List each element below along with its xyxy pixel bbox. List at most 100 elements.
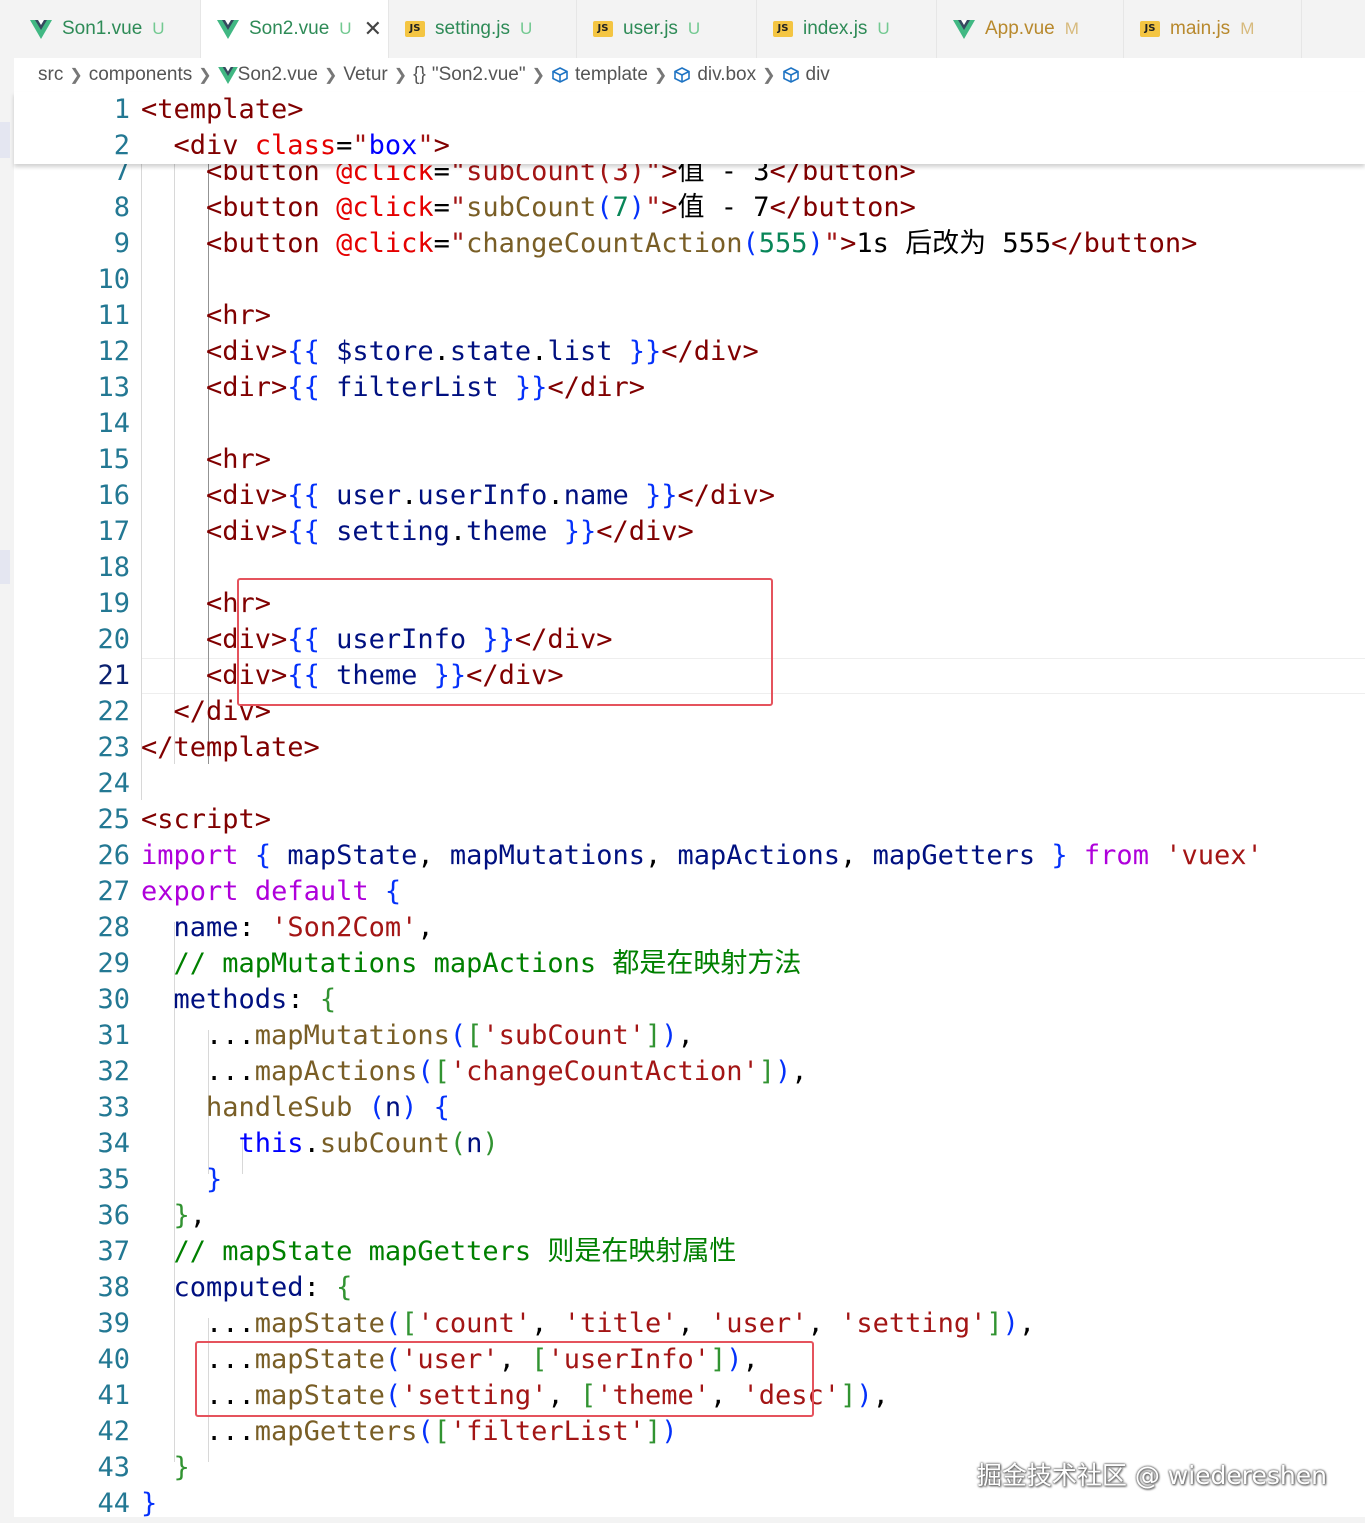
code-line[interactable]: 25 <script> xyxy=(14,802,1365,838)
code-line[interactable]: 32 ...mapActions(['changeCountAction']), xyxy=(14,1054,1365,1090)
tab-status-badge: M xyxy=(1240,19,1255,38)
code-token: n xyxy=(466,1128,483,1159)
code-line[interactable]: 10 xyxy=(14,262,1365,298)
code-line[interactable]: 33 handleSub (n) { xyxy=(14,1090,1365,1126)
code-token: mapState xyxy=(254,1308,385,1339)
code-line[interactable]: 9 <button @click="changeCountAction(555)… xyxy=(14,226,1365,262)
code-line[interactable]: 1 <template> xyxy=(14,92,1365,128)
code-token: userInfo xyxy=(417,480,548,511)
code-token: ] xyxy=(644,1416,662,1447)
code-line[interactable]: 14 xyxy=(14,406,1365,442)
code-line[interactable]: 22 </div> xyxy=(14,694,1365,730)
tab-user-js[interactable]: JS user.js U xyxy=(577,0,757,58)
chevron-right-icon: ❯ xyxy=(323,67,338,84)
code-line[interactable]: 19 <hr> xyxy=(14,586,1365,622)
code-token: <div xyxy=(141,130,255,161)
close-icon[interactable]: ✕ xyxy=(364,16,382,42)
line-number: 27 xyxy=(97,876,130,907)
code-line[interactable]: 42 ...mapGetters(['filterList']) xyxy=(14,1414,1365,1450)
breadcrumb-item[interactable]: Vetur xyxy=(343,64,387,86)
code-token: filterList xyxy=(336,372,499,403)
code-line[interactable]: 28 name: 'Son2Com', xyxy=(14,910,1365,946)
code-token: { xyxy=(254,840,272,871)
code-token: mapActions xyxy=(254,1056,418,1087)
code-line[interactable]: 31 ...mapMutations(['subCount']), xyxy=(14,1018,1365,1054)
code-token: subCount xyxy=(466,192,597,223)
tab-label: index.js xyxy=(803,18,868,39)
code-line[interactable]: 23 </template> xyxy=(14,730,1365,766)
code-line[interactable]: 2 <div class="box"> xyxy=(14,128,1365,164)
code-token: <div> xyxy=(141,480,288,511)
code-line[interactable]: 11 <hr> xyxy=(14,298,1365,334)
tab-main-js[interactable]: JS main.js M xyxy=(1124,0,1302,58)
code-line[interactable]: 20 <div>{{ userInfo }}</div> xyxy=(14,622,1365,658)
line-number: 23 xyxy=(97,732,130,763)
code-token: ) xyxy=(661,1416,678,1447)
code-line[interactable]: 41 ...mapState('setting', ['theme', 'des… xyxy=(14,1378,1365,1414)
code-token: . xyxy=(401,480,418,511)
code-line[interactable]: 17 <div>{{ setting.theme }}</div> xyxy=(14,514,1365,550)
code-token: = xyxy=(433,228,450,259)
code-token: <template> xyxy=(141,94,304,125)
code-line[interactable]: 8 <button @click="subCount(7)">值 - 7</bu… xyxy=(14,190,1365,226)
code-token: { xyxy=(336,1272,353,1303)
strip-marker xyxy=(0,122,10,158)
code-token: }} xyxy=(547,516,597,547)
code-line[interactable]: 36 }, xyxy=(14,1198,1365,1234)
code-line[interactable]: 39 ...mapState(['count', 'title', 'user'… xyxy=(14,1306,1365,1342)
code-line[interactable]: 24 xyxy=(14,766,1365,802)
js-icon: JS xyxy=(405,21,425,37)
code-line[interactable]: 16 <div>{{ user.userInfo.name }}</div> xyxy=(14,478,1365,514)
tab-son1-vue[interactable]: Son1.vue U xyxy=(14,0,201,58)
code-line[interactable]: 37 // mapState mapGetters 则是在映射属性 xyxy=(14,1234,1365,1270)
code-line[interactable]: 29 // mapMutations mapActions 都是在映射方法 xyxy=(14,946,1365,982)
code-line[interactable]: 15 <hr> xyxy=(14,442,1365,478)
tab-app-vue[interactable]: App.vue M xyxy=(937,0,1124,58)
tab-son2-vue[interactable]: Son2.vue U ✕ xyxy=(201,0,389,58)
breadcrumb-item[interactable]: Son2.vue xyxy=(217,64,318,86)
vue-icon xyxy=(953,19,975,39)
code-token: name xyxy=(563,480,629,511)
breadcrumb-label: div xyxy=(805,64,830,85)
code-token: <script> xyxy=(141,804,272,835)
breadcrumb-item[interactable]: components xyxy=(89,64,193,86)
code-token: ( xyxy=(449,1128,467,1159)
tab-setting-js[interactable]: JS setting.js U xyxy=(389,0,577,58)
bottom-edge xyxy=(0,1517,1365,1523)
line-number: 37 xyxy=(97,1236,130,1267)
code-token: </div> xyxy=(141,696,272,727)
breadcrumb-item[interactable]: template xyxy=(551,64,648,86)
code-line[interactable]: 13 <dir>{{ filterList }}</dir> xyxy=(14,370,1365,406)
code-token: theme xyxy=(466,516,548,547)
code-text: <dir>{{ filterList }}</dir> xyxy=(141,370,645,406)
code-line[interactable]: 35 } xyxy=(14,1162,1365,1198)
code-editor[interactable]: 7 <button @click="subCount(3)">值 - 3</bu… xyxy=(14,92,1365,1523)
code-text: <div class="box"> xyxy=(141,128,450,164)
code-text: export default { xyxy=(141,874,401,910)
code-line[interactable]: 18 xyxy=(14,550,1365,586)
line-number: 20 xyxy=(97,624,130,655)
code-token: ) xyxy=(1002,1308,1019,1339)
line-number: 41 xyxy=(97,1380,130,1411)
code-line[interactable]: 30 methods: { xyxy=(14,982,1365,1018)
code-line[interactable]: 12 <div>{{ $store.state.list }}</div> xyxy=(14,334,1365,370)
breadcrumb-item[interactable]: div xyxy=(782,64,830,86)
code-line[interactable]: 40 ...mapState('user', ['userInfo']), xyxy=(14,1342,1365,1378)
tab-status-badge: U xyxy=(519,19,533,38)
code-line[interactable]: 26 import { mapState, mapMutations, mapAc… xyxy=(14,838,1365,874)
code-line[interactable]: 34 this.subCount(n) xyxy=(14,1126,1365,1162)
tab-index-js[interactable]: JS index.js U xyxy=(757,0,937,58)
line-number: 38 xyxy=(97,1272,130,1303)
code-line[interactable]: 27 export default { xyxy=(14,874,1365,910)
code-line[interactable]: 38 computed: { xyxy=(14,1270,1365,1306)
breadcrumb-item[interactable]: div.box xyxy=(673,64,756,86)
line-number: 2 xyxy=(113,130,130,161)
chevron-right-icon: ❯ xyxy=(69,67,83,84)
code-token: </div> xyxy=(514,624,613,655)
breadcrumb-item[interactable]: {} "Son2.vue" xyxy=(413,64,525,86)
code-token: </dir> xyxy=(547,372,645,403)
line-number: 30 xyxy=(97,984,130,1015)
code-line[interactable]: 21 <div>{{ theme }}</div> xyxy=(14,658,1365,694)
breadcrumb-item[interactable]: src xyxy=(38,64,63,86)
